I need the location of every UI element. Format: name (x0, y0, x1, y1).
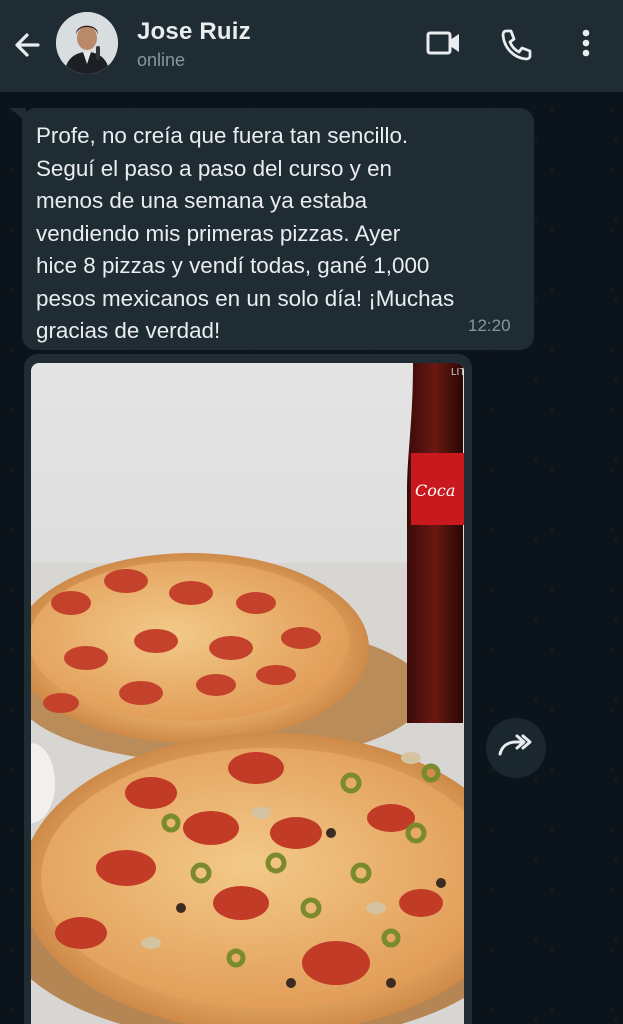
contact-name[interactable]: Jose Ruiz (137, 18, 251, 46)
video-call-icon[interactable] (425, 28, 463, 60)
back-arrow-icon[interactable] (8, 26, 50, 64)
contact-status: online (137, 50, 186, 70)
pizza-photo[interactable]: Coca LIT (31, 363, 464, 1024)
more-vert-icon[interactable] (576, 28, 596, 62)
forward-icon (498, 734, 532, 756)
message-time: 12:20 (468, 316, 511, 335)
coca-cola-logo: Coca (415, 481, 455, 500)
message-text: Profe, no creía que fuera tan sencillo. … (36, 123, 455, 343)
contact-avatar[interactable] (56, 12, 118, 74)
forward-button[interactable] (486, 718, 546, 778)
svg-text:LIT: LIT (451, 367, 464, 378)
chat-header: Jose Ruiz online (0, 0, 623, 92)
phone-icon[interactable] (497, 26, 535, 64)
